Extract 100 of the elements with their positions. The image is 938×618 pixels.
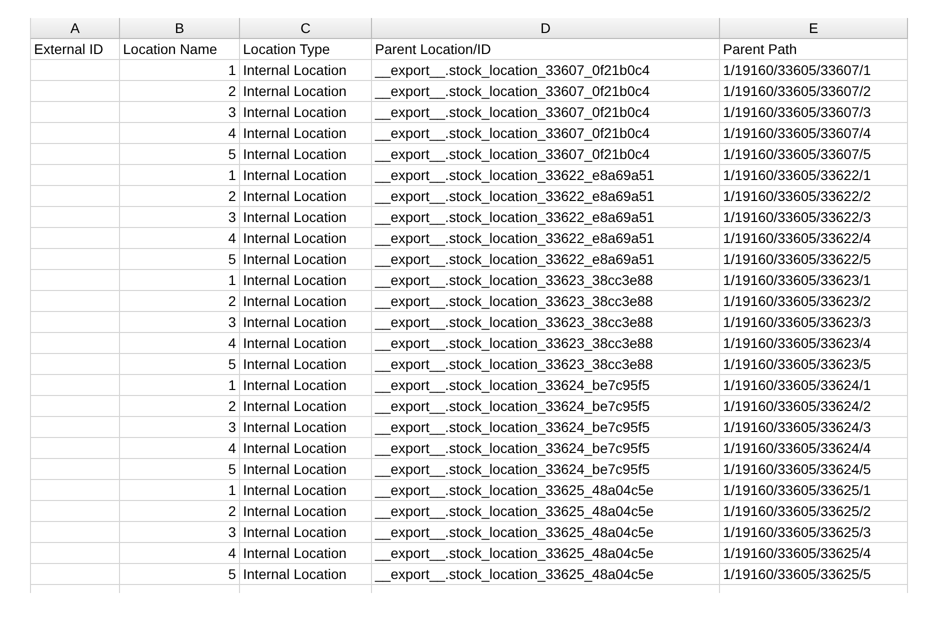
table-cell: Location Type <box>240 39 372 60</box>
table-cell: 3 <box>120 207 240 228</box>
table-cell: 1/19160/33605/33624/2 <box>720 396 908 417</box>
table-cell: __export__.stock_location_33622_e8a69a51 <box>372 228 720 249</box>
table-cell: Internal Location <box>240 102 372 123</box>
table-cell: 1/19160/33605/33623/5 <box>720 354 908 375</box>
table-cell: __export__.stock_location_33625_48a04c5e <box>372 480 720 501</box>
table-cell: 1/19160/33605/33625/1 <box>720 480 908 501</box>
table-cell: Internal Location <box>240 459 372 480</box>
table-cell: Internal Location <box>240 501 372 522</box>
table-cell: 2 <box>120 81 240 102</box>
column-header[interactable]: B <box>120 18 240 39</box>
table-cell: __export__.stock_location_33622_e8a69a51 <box>372 249 720 270</box>
table-cell: 1 <box>120 270 240 291</box>
table-cell: 1/19160/33605/33622/3 <box>720 207 908 228</box>
column-header[interactable]: D <box>372 18 720 39</box>
table-cell: Internal Location <box>240 291 372 312</box>
table-cell: 4 <box>120 333 240 354</box>
table-cell: 1/19160/33605/33623/3 <box>720 312 908 333</box>
table-cell: Internal Location <box>240 60 372 81</box>
table-cell: 1/19160/33605/33623/4 <box>720 333 908 354</box>
table-cell: 1/19160/33605/33625/3 <box>720 522 908 543</box>
table-cell: __export__.stock_location_33624_be7c95f5 <box>372 375 720 396</box>
table-cell: 3 <box>120 417 240 438</box>
table-cell: Internal Location <box>240 312 372 333</box>
table-cell: __export__.stock_location_33624_be7c95f5 <box>372 459 720 480</box>
table-cell: Location Name <box>120 39 240 60</box>
table-cell: 2 <box>120 501 240 522</box>
table-cell: Internal Location <box>240 165 372 186</box>
table-cell: 1/19160/33605/33607/2 <box>720 81 908 102</box>
table-cell: 4 <box>120 228 240 249</box>
table-cell: 1/19160/33605/33624/3 <box>720 417 908 438</box>
table-cell: __export__.stock_location_33623_38cc3e88 <box>372 333 720 354</box>
table-cell: 1/19160/33605/33624/5 <box>720 459 908 480</box>
table-cell: __export__.stock_location_33623_38cc3e88 <box>372 312 720 333</box>
table-cell: 1/19160/33605/33622/2 <box>720 186 908 207</box>
table-cell: 5 <box>120 564 240 585</box>
table-cell: Internal Location <box>240 81 372 102</box>
table-cell: 1/19160/33605/33607/1 <box>720 60 908 81</box>
table-cell: 1/19160/33605/33624/4 <box>720 438 908 459</box>
table-cell: __export__.stock_location_33623_38cc3e88 <box>372 270 720 291</box>
table-cell: 1/19160/33605/33622/5 <box>720 249 908 270</box>
table-cell: 1 <box>120 375 240 396</box>
table-cell: 1 <box>120 165 240 186</box>
table-cell: Internal Location <box>240 123 372 144</box>
table-cell: __export__.stock_location_33622_e8a69a51 <box>372 186 720 207</box>
table-cell: __export__.stock_location_33607_0f21b0c4 <box>372 102 720 123</box>
table-cell: Internal Location <box>240 396 372 417</box>
table-cell: 1/19160/33605/33623/1 <box>720 270 908 291</box>
table-cell: 1/19160/33605/33625/2 <box>720 501 908 522</box>
table-cell: Parent Path <box>720 39 908 60</box>
column-header[interactable]: E <box>720 18 908 39</box>
table-cell: 1 <box>120 60 240 81</box>
table-cell: __export__.stock_location_33607_0f21b0c4 <box>372 123 720 144</box>
table-cell: 1/19160/33605/33624/1 <box>720 375 908 396</box>
table-cell: Internal Location <box>240 375 372 396</box>
table-cell: Internal Location <box>240 270 372 291</box>
table-cell: 1/19160/33605/33622/4 <box>720 228 908 249</box>
table-cell: Internal Location <box>240 564 372 585</box>
table-cell: Internal Location <box>240 480 372 501</box>
table-cell: Internal Location <box>240 207 372 228</box>
table-cell: Internal Location <box>240 522 372 543</box>
table-cell: 1/19160/33605/33607/5 <box>720 144 908 165</box>
table-cell: __export__.stock_location_33607_0f21b0c4 <box>372 144 720 165</box>
table-cell: 4 <box>120 123 240 144</box>
table-cell: Internal Location <box>240 144 372 165</box>
table-cell: 3 <box>120 102 240 123</box>
table-cell: External ID <box>30 39 120 60</box>
table-cell: 1/19160/33605/33607/4 <box>720 123 908 144</box>
column-header[interactable]: C <box>240 18 372 39</box>
table-cell: __export__.stock_location_33622_e8a69a51 <box>372 165 720 186</box>
table-cell: 4 <box>120 543 240 564</box>
table-cell: Internal Location <box>240 543 372 564</box>
table-cell: __export__.stock_location_33625_48a04c5e <box>372 522 720 543</box>
table-cell: Internal Location <box>240 354 372 375</box>
table-cell: 1 <box>120 480 240 501</box>
table-cell: __export__.stock_location_33625_48a04c5e <box>372 564 720 585</box>
table-cell: Internal Location <box>240 249 372 270</box>
table-cell: 2 <box>120 291 240 312</box>
table-cell: __export__.stock_location_33622_e8a69a51 <box>372 207 720 228</box>
table-cell: __export__.stock_location_33623_38cc3e88 <box>372 291 720 312</box>
table-cell: 2 <box>120 186 240 207</box>
table-cell: 2 <box>120 396 240 417</box>
table-cell: 1/19160/33605/33607/3 <box>720 102 908 123</box>
table-cell: 5 <box>120 459 240 480</box>
table-cell: Internal Location <box>240 438 372 459</box>
table-cell: Internal Location <box>240 333 372 354</box>
table-cell: __export__.stock_location_33607_0f21b0c4 <box>372 60 720 81</box>
table-cell: 1/19160/33605/33625/5 <box>720 564 908 585</box>
table-cell: 5 <box>120 144 240 165</box>
table-cell: 3 <box>120 522 240 543</box>
table-cell: __export__.stock_location_33607_0f21b0c4 <box>372 81 720 102</box>
table-cell: 1/19160/33605/33625/4 <box>720 543 908 564</box>
table-cell: __export__.stock_location_33625_48a04c5e <box>372 501 720 522</box>
table-cell: __export__.stock_location_33624_be7c95f5 <box>372 417 720 438</box>
table-cell: __export__.stock_location_33624_be7c95f5 <box>372 438 720 459</box>
table-cell: Internal Location <box>240 186 372 207</box>
table-cell: __export__.stock_location_33624_be7c95f5 <box>372 396 720 417</box>
table-cell: 5 <box>120 249 240 270</box>
column-header[interactable]: A <box>30 18 120 39</box>
